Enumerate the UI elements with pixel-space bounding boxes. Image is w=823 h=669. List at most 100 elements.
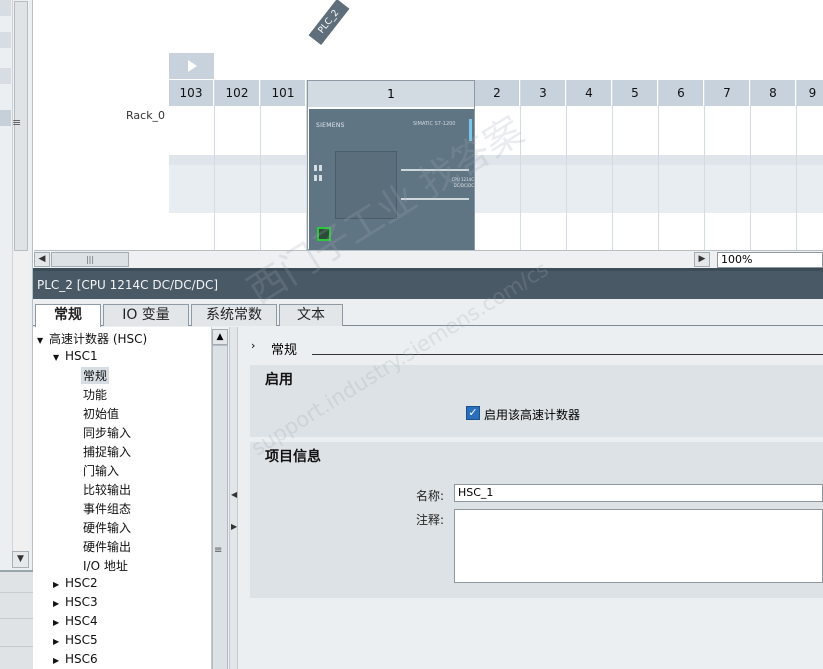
scroll-left-button[interactable]: ◀ [34,252,50,267]
device-name-tag[interactable]: PLC_2 [308,0,350,46]
properties-content: › 常规 启用 ✓ 启用该高速计数器 项目信息 名称: HSC_1 注释: [238,327,823,669]
scroll-thumb[interactable] [212,345,228,669]
tree-item-capture-input[interactable]: 捕捉输入 [83,443,131,460]
tree-item-function[interactable]: 功能 [83,386,107,403]
tree-item-hsc-root[interactable]: ▼ 高速计数器 (HSC) [37,330,147,347]
scroll-thumb[interactable]: ||| [51,252,129,267]
panel-splitter[interactable]: ◀ ▶ [229,327,238,669]
slot-number: 102 [215,80,260,106]
rack-slot[interactable]: 101 [261,80,307,250]
scroll-right-button[interactable]: ▶ [694,252,710,267]
zoom-level-field[interactable]: 100% [717,252,823,268]
left-edge-row [0,0,11,16]
tree-item-hsc3[interactable]: ▶ HSC3 [53,595,98,609]
collapsed-arrow-icon[interactable]: ▶ [53,599,65,608]
chevron-right-icon: › [251,339,256,352]
navigation-scrollbar[interactable]: ▲ ≡ [211,327,228,669]
scroll-up-button[interactable]: ▲ [212,329,228,345]
slot-number: 6 [659,80,704,106]
tree-item-label: HSC2 [65,576,98,590]
play-icon [188,60,197,72]
grip-icon: ≡ [214,545,223,556]
tree-item-sync-input[interactable]: 同步输入 [83,424,131,441]
expanded-arrow-icon[interactable]: ▼ [37,336,49,345]
rack-slot[interactable]: 6 [659,80,705,250]
tree-item-hsc2[interactable]: ▶ HSC2 [53,576,98,590]
tab-general[interactable]: 常规 [35,304,101,327]
group-title: 启用 [265,372,293,388]
tree-item-io-addresses[interactable]: I/O 地址 [83,557,128,574]
left-edge-panel: ≡ ▼ [0,0,33,669]
tab-texts[interactable]: 文本 [279,304,343,326]
cpu-display-window [335,151,397,219]
cpu-model: SIMATIC S7-1200 [413,121,456,127]
collapsed-arrow-icon[interactable]: ▶ [53,618,65,627]
rack-slot[interactable]: 7 [705,80,751,250]
enable-group: 启用 ✓ 启用该高速计数器 [250,365,823,437]
device-view-canvas[interactable]: PLC_2 Rack_0 103 102 101 1 SIEMENS SIMAT… [34,0,823,268]
tree-item-hsc1[interactable]: ▼ HSC1 [53,349,98,363]
tree-item-general[interactable]: 常规 [81,367,110,384]
tree-item-hsc6[interactable]: ▶ HSC6 [53,652,98,666]
section-divider [312,354,823,355]
navigation-tree: ▼ 高速计数器 (HSC) ▼ HSC1 常规 功能 初始值 同步输入 捕捉输入 门… [33,327,211,669]
slot-number: 4 [567,80,612,106]
rack-slot[interactable]: 3 [521,80,567,250]
enable-counter-checkbox[interactable]: ✓ [466,406,480,420]
comment-field[interactable] [454,509,823,583]
cpu-brand: SIEMENS [316,122,345,129]
tab-system-constants[interactable]: 系统常数 [191,304,277,326]
expand-rack-button[interactable] [169,53,214,79]
slot-number: 5 [613,80,658,106]
tree-item-event-config[interactable]: 事件组态 [83,500,131,517]
tree-item-hsc5[interactable]: ▶ HSC5 [53,633,98,647]
rack-slot[interactable]: 2 [475,80,521,250]
led-icon [314,175,317,181]
led-icon [319,165,322,171]
collapsed-arrow-icon[interactable]: ▶ [53,637,65,646]
tab-io-tags[interactable]: IO 变量 [103,304,189,326]
tree-item-label: HSC3 [65,595,98,609]
tree-item-gate-input[interactable]: 门输入 [83,462,119,479]
name-field-label: 名称: [416,489,445,503]
tree-item-hardware-inputs[interactable]: 硬件输入 [83,519,131,536]
left-vertical-scrollbar[interactable] [12,0,29,568]
slot-number: 8 [751,80,796,106]
rack-slot[interactable]: 102 [215,80,261,250]
section-header[interactable]: › 常规 [250,339,823,358]
properties-panel: PLC_2 [CPU 1214C DC/DC/DC] 常规 IO 变量 系统常数… [33,268,823,669]
tree-item-label: HSC5 [65,633,98,647]
cpu-module[interactable]: SIEMENS SIMATIC S7-1200 CPU 1214C DC/DC/… [309,109,474,251]
tree-item-compare-output[interactable]: 比较输出 [83,481,131,498]
led-icon [314,165,317,171]
rack-slot[interactable]: 103 [169,80,215,250]
tree-item-label: 高速计数器 (HSC) [49,332,148,346]
name-field[interactable]: HSC_1 [454,484,823,502]
left-edge-row [0,32,11,48]
collapsed-arrow-icon[interactable]: ▶ [53,580,65,589]
cpu-slot[interactable]: 1 SIEMENS SIMATIC S7-1200 CPU 1214C DC/D… [307,80,475,251]
slot-number: 103 [169,80,214,106]
collapsed-arrow-icon[interactable]: ▶ [53,656,65,665]
expand-right-icon[interactable]: ▶ [231,522,237,531]
tree-item-hsc4[interactable]: ▶ HSC4 [53,614,98,628]
tree-item-hardware-outputs[interactable]: 硬件输出 [83,538,131,555]
collapse-left-icon[interactable]: ◀ [231,490,237,499]
grip-icon: ≡ [12,116,22,129]
slot-number: 101 [261,80,306,106]
rack-slot[interactable]: 9 [797,80,823,250]
expanded-arrow-icon[interactable]: ▼ [53,353,65,362]
project-info-group: 项目信息 名称: HSC_1 注释: [250,442,823,598]
io-terminal-strip [401,198,469,200]
slot-number: 7 [705,80,750,106]
section-title: 常规 [271,343,298,358]
rack-slot[interactable]: 5 [613,80,659,250]
rack-slot[interactable]: 4 [567,80,613,250]
rack-slot[interactable]: 8 [751,80,797,250]
properties-tabs: 常规 IO 变量 系统常数 文本 [33,302,823,327]
comment-field-label: 注释: [416,513,445,527]
device-view-horizontal-scrollbar[interactable]: ◀ ||| ▶ 100% [34,250,823,268]
tree-item-initial-values[interactable]: 初始值 [83,405,119,422]
left-edge-row [0,68,11,84]
scroll-down-button[interactable]: ▼ [12,551,29,568]
